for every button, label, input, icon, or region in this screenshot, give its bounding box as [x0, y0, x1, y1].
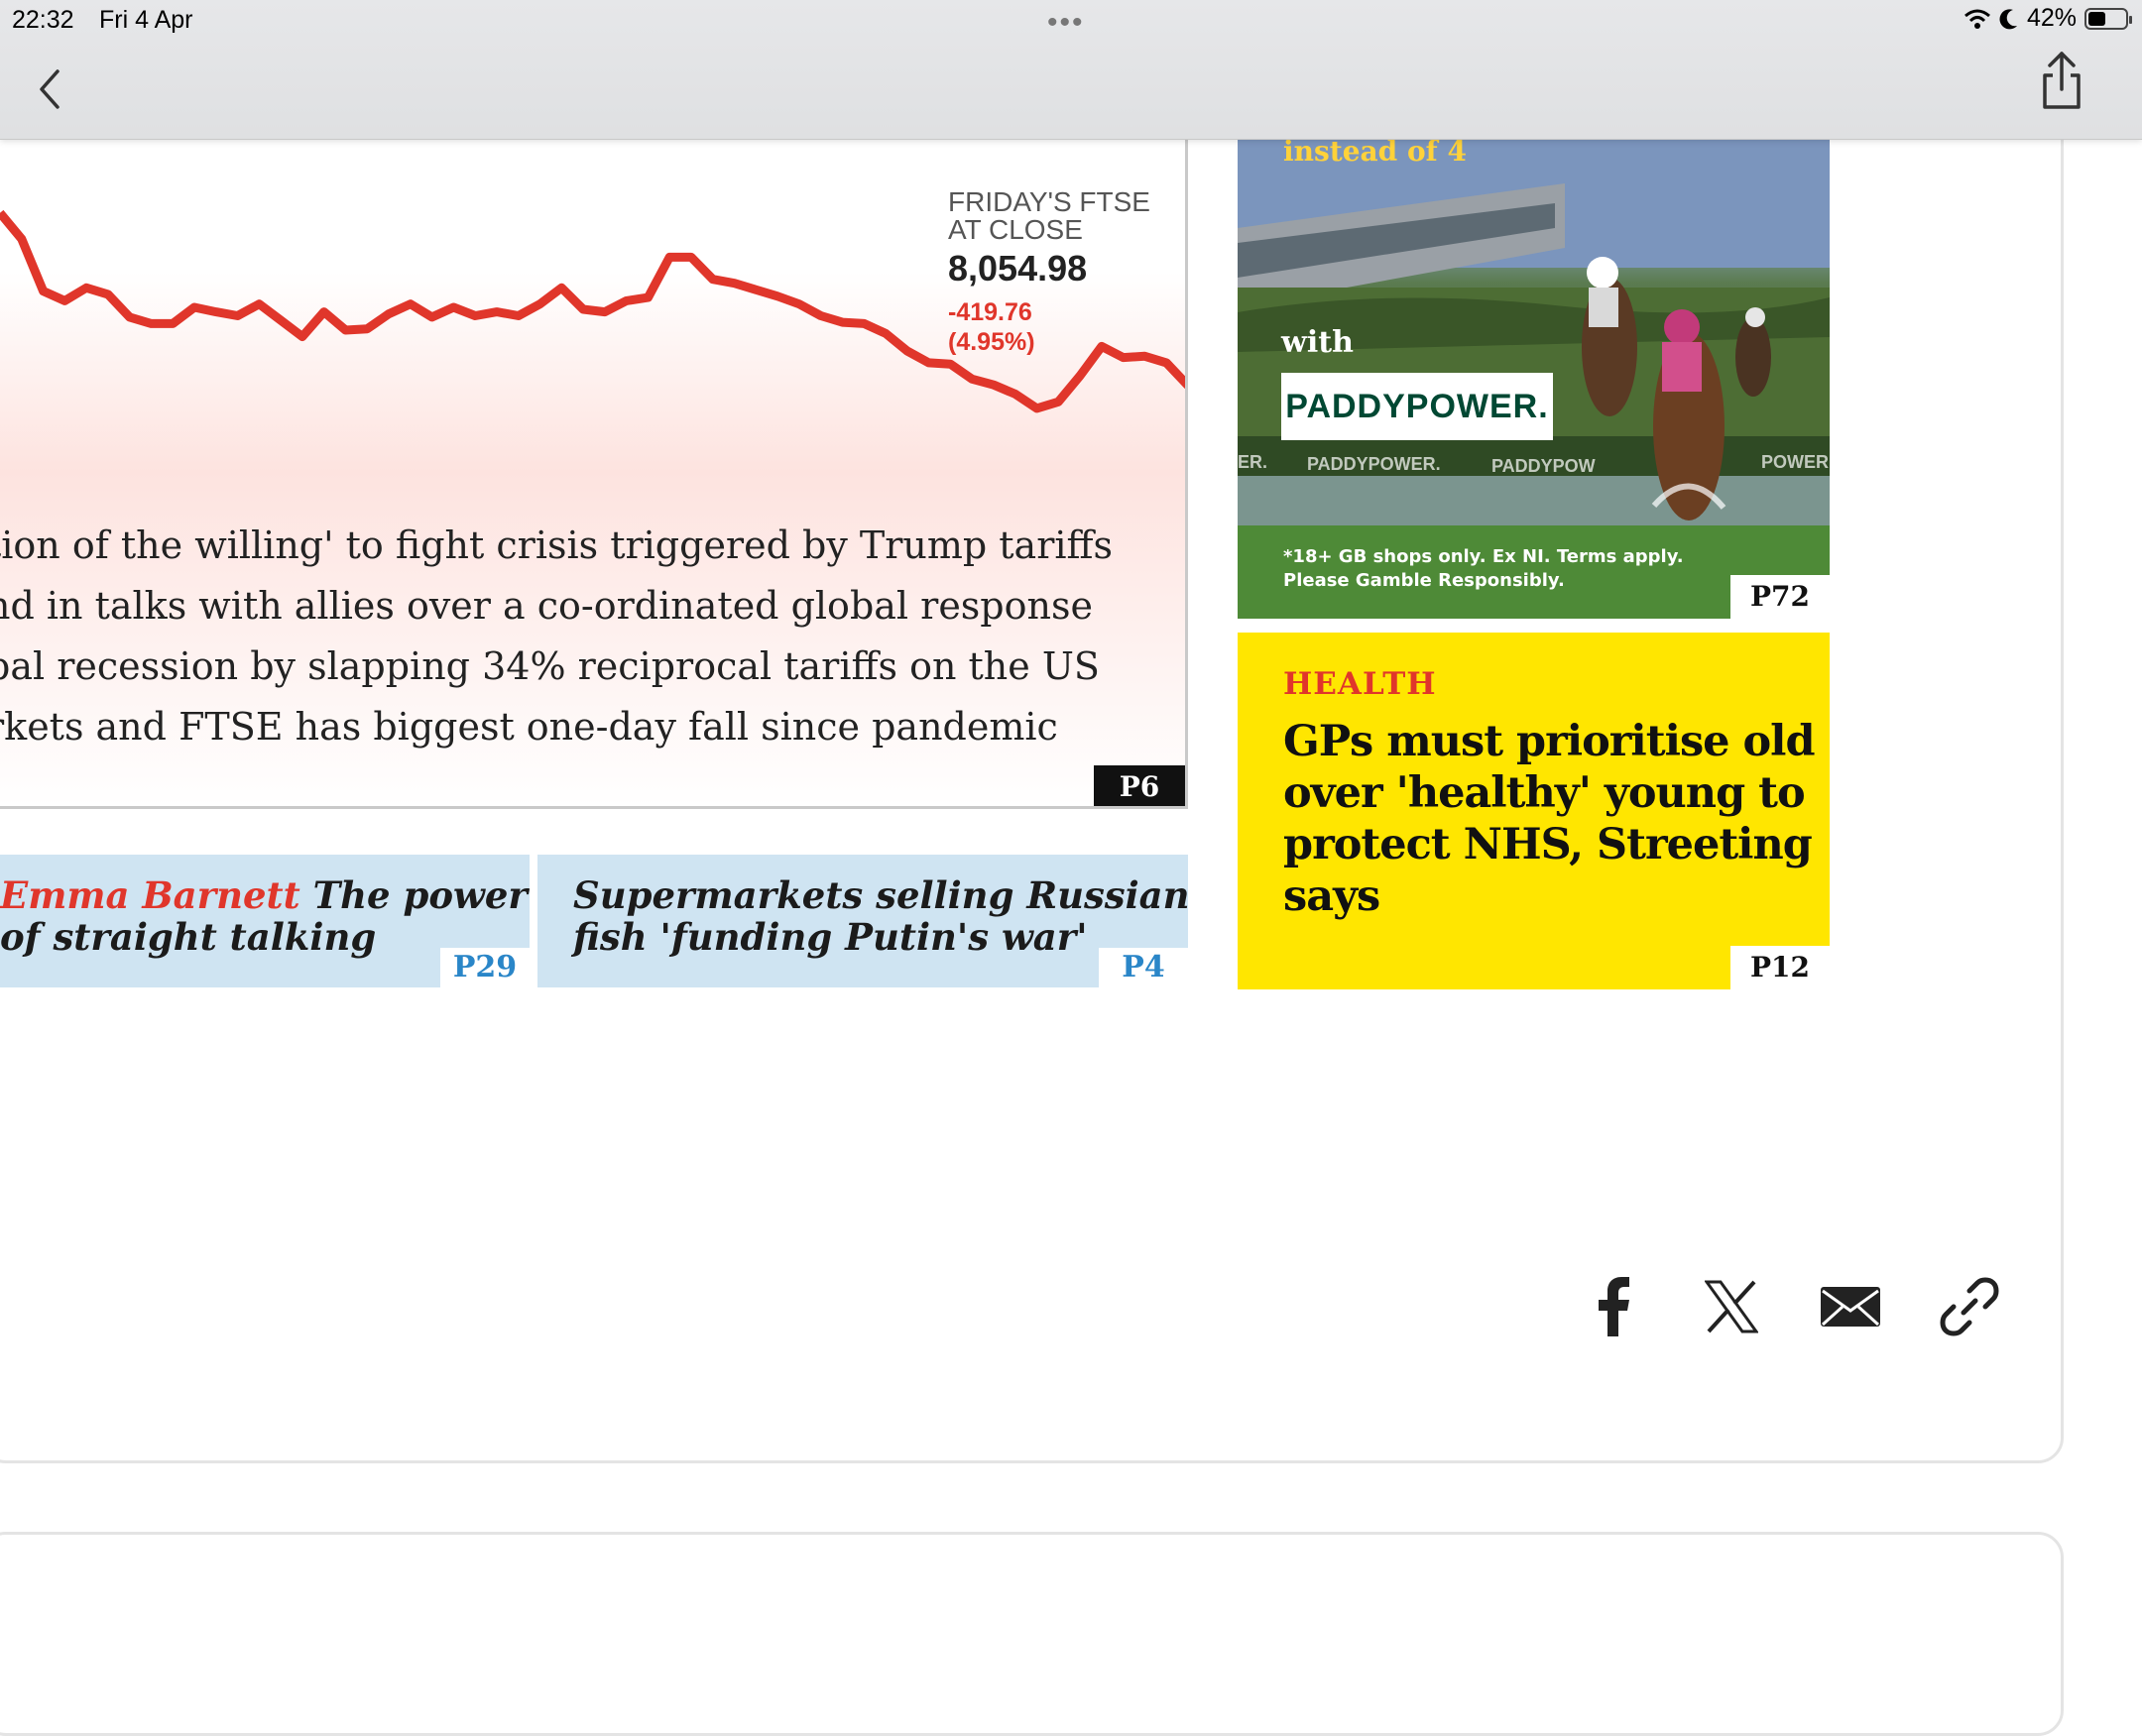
page-tag-p72: P72	[1730, 575, 1830, 619]
page-tag-p29: P29	[440, 948, 530, 987]
status-date: Fri 4 Apr	[99, 6, 192, 35]
lead-story-text: tion of the willing' to fight crisis tri…	[0, 516, 1180, 757]
ad-logo-small: PADDYPOWER.	[1307, 454, 1441, 475]
story-line: tion of the willing' to fight crisis tri…	[0, 516, 1180, 576]
battery-icon	[2084, 8, 2128, 30]
ad-fine-line-1: *18+ GB shops only. Ex NI. Terms apply.	[1283, 545, 1684, 569]
facebook-icon[interactable]	[1553, 1275, 1672, 1338]
next-article-card	[0, 1532, 2064, 1736]
health-story[interactable]: HEALTH GPs must prioritise old over 'hea…	[1238, 633, 1830, 989]
teaser-author: Emma Barnett	[0, 873, 300, 917]
health-headline: GPs must prioritise old over 'healthy' y…	[1283, 716, 1819, 922]
back-button[interactable]	[28, 61, 71, 117]
top-bar: 22:32 Fri 4 Apr ••• 42%	[0, 0, 2142, 140]
ad-fine-print: *18+ GB shops only. Ex NI. Terms apply. …	[1283, 545, 1684, 593]
story-line: rkets and FTSE has biggest one-day fall …	[0, 697, 1180, 757]
chevron-left-icon	[38, 69, 61, 109]
paddypower-ad[interactable]: instead of 4 with PADDYPOWER. ER. PADDYP…	[1238, 139, 1830, 619]
horse-rider-1	[1582, 257, 1637, 416]
ad-logo-small: POWER.	[1761, 452, 1830, 473]
more-dots-icon[interactable]: •••	[1047, 6, 1085, 40]
ad-headline: instead of 4	[1283, 139, 1467, 168]
wifi-icon	[1964, 8, 1991, 30]
teaser-supermarkets[interactable]: Supermarkets selling Russian fish 'fundi…	[537, 855, 1188, 987]
ftse-value: 8,054.98	[948, 248, 1087, 289]
teaser-line-1: Supermarkets selling Russian	[573, 874, 1188, 916]
teaser-emma-barnett[interactable]: Emma Barnett The power of straight talki…	[0, 855, 530, 987]
share-button[interactable]	[2037, 50, 2086, 113]
moon-icon	[1999, 8, 2019, 30]
teaser-text: Supermarkets selling Russian fish 'fundi…	[573, 874, 1188, 958]
status-time: 22:32	[12, 6, 74, 35]
ftse-chart-panel: FRIDAY'S FTSE AT CLOSE 8,054.98 -419.76 …	[0, 139, 1188, 809]
section-label: HEALTH	[1283, 666, 1437, 702]
email-icon[interactable]	[1791, 1275, 1910, 1338]
page-tag-p4: P4	[1099, 948, 1188, 987]
ad-with: with	[1281, 325, 1354, 360]
share-row	[1553, 1275, 2029, 1338]
link-icon[interactable]	[1910, 1275, 2029, 1338]
page-tag-p6: P6	[1094, 765, 1185, 809]
x-icon[interactable]	[1672, 1275, 1791, 1338]
status-indicators: 42%	[1964, 4, 2128, 33]
teaser-line-1: The power	[313, 873, 528, 917]
teaser-line-2: fish 'funding Putin's war'	[573, 916, 1188, 958]
ftse-change-percent: (4.95%)	[948, 327, 1035, 357]
teaser-text: Emma Barnett The power of straight talki…	[0, 874, 528, 958]
ad-fine-line-2: Please Gamble Responsibly.	[1283, 569, 1684, 593]
page-tag-p12: P12	[1730, 946, 1830, 989]
battery-fill	[2088, 12, 2105, 26]
story-line: bal recession by slapping 34% reciprocal…	[0, 637, 1180, 697]
ftse-change-points: -419.76	[948, 297, 1035, 327]
ad-logo-small: ER.	[1238, 452, 1267, 473]
story-line: nd in talks with allies over a co-ordina…	[0, 576, 1180, 637]
paddypower-logo: PADDYPOWER.	[1281, 373, 1553, 440]
share-icon	[2037, 50, 2086, 113]
ftse-label: FRIDAY'S FTSE AT CLOSE	[948, 188, 1176, 244]
ad-logo-small: PADDYPOW	[1491, 456, 1596, 477]
battery-percent: 42%	[2027, 4, 2077, 33]
ftse-change: -419.76 (4.95%)	[948, 297, 1035, 357]
